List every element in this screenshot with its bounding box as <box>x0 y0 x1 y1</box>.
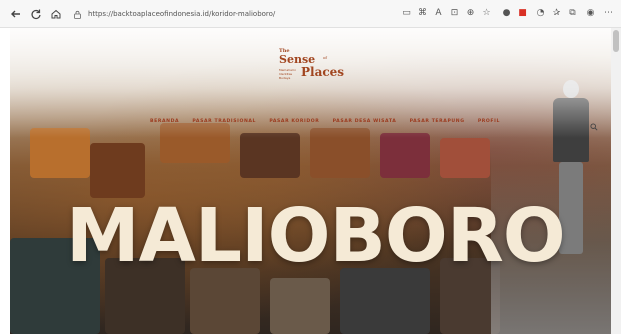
nav-pasar-terapung[interactable]: PASAR TERAPUNG <box>410 119 465 124</box>
nav-profil[interactable]: PROFIL <box>478 119 500 124</box>
search-icon[interactable] <box>590 116 598 131</box>
site-logo[interactable]: The Sense of Memahami Identitas Budaya P… <box>279 48 359 90</box>
market-bags-decor <box>440 138 490 178</box>
extensions-icon[interactable]: ◔ <box>534 7 547 20</box>
hero-title: MALIOBORO <box>66 193 566 279</box>
main-navigation: BERANDA PASAR TRADISIONAL PASAR KORIDOR … <box>150 116 500 126</box>
scrollbar-thumb[interactable] <box>613 30 619 52</box>
translate-icon[interactable]: ⌘ <box>416 7 429 20</box>
page-scrollbar[interactable] <box>611 28 621 334</box>
address-bar[interactable]: https://backtoaplaceofindonesia.id/korid… <box>72 5 372 23</box>
market-bags-decor <box>240 133 300 178</box>
reload-icon[interactable] <box>28 6 44 22</box>
nav-pasar-desa-wisata[interactable]: PASAR DESA WISATA <box>333 119 397 124</box>
home-icon[interactable] <box>48 6 64 22</box>
favorite-icon[interactable]: ☆ <box>480 7 493 20</box>
screenshot-icon[interactable]: ⊡ <box>448 7 461 20</box>
nav-pasar-koridor[interactable]: PASAR KORIDOR <box>269 119 319 124</box>
logo-tagline: Memahami Identitas Budaya <box>279 68 296 80</box>
market-bags-decor <box>90 143 145 198</box>
logo-of: of <box>323 55 327 60</box>
market-bags-decor <box>380 133 430 178</box>
url-text[interactable]: https://backtoaplaceofindonesia.id/korid… <box>88 10 275 18</box>
profile-icon[interactable]: ◉ <box>584 7 597 20</box>
market-bags-decor <box>270 278 330 334</box>
logo-places: Places <box>301 65 345 79</box>
zoom-icon[interactable]: ⊕ <box>464 7 477 20</box>
favorites-icon[interactable]: ✰ <box>550 7 563 20</box>
nav-beranda[interactable]: BERANDA <box>150 119 179 124</box>
back-icon[interactable] <box>8 6 24 22</box>
reader-icon[interactable]: ▭ <box>400 7 413 20</box>
extension-icon[interactable]: ● <box>500 7 513 20</box>
lock-icon[interactable] <box>72 9 82 19</box>
pdf-icon[interactable]: ■ <box>516 7 529 20</box>
more-menu-icon[interactable]: ⋯ <box>602 7 615 20</box>
nav-pasar-tradisional[interactable]: PASAR TRADISIONAL <box>192 119 256 124</box>
browser-toolbar: https://backtoaplaceofindonesia.id/korid… <box>0 0 621 28</box>
read-aloud-icon[interactable]: A <box>432 7 445 20</box>
collections-icon[interactable]: ⧉ <box>566 7 579 20</box>
page-content: The Sense of Memahami Identitas Budaya P… <box>0 28 621 334</box>
